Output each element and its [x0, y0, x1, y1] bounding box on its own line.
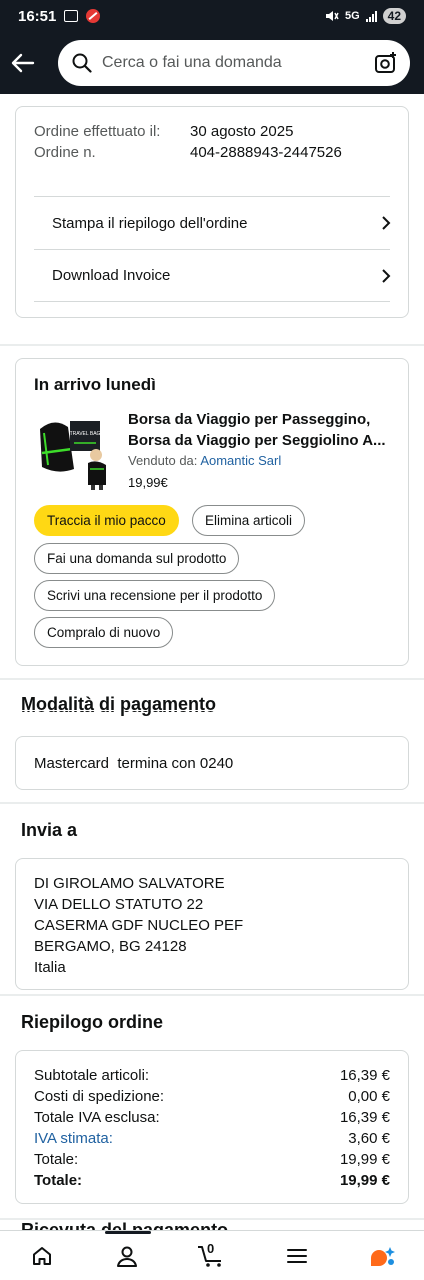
nav-cart[interactable]: 0 [192, 1236, 232, 1276]
product-image[interactable]: TRAVEL BAG [34, 409, 116, 491]
product-seller: Venduto da: Aomantic Sarl [128, 453, 282, 468]
back-arrow-icon [11, 53, 35, 73]
order-placed-date: 30 agosto 2025 [190, 123, 294, 140]
address-card: DI GIROLAMO SALVATORE VIA DELLO STATUTO … [15, 858, 409, 990]
address-line: Italia [34, 959, 66, 976]
product-image-text: TRAVEL BAG [70, 431, 101, 437]
order-details-content: Ordine effettuato il: Ordine n. 30 agost… [0, 94, 424, 1230]
order-summary-card: Subtotale articoli: 16,39 € Costi di sped… [15, 1050, 409, 1204]
payment-receipt-title: Ricevuta del pagamento [21, 1220, 229, 1230]
menu-icon [286, 1248, 307, 1263]
mute-icon [325, 11, 339, 21]
address-line: CASERMA GDF NUCLEO PEF [34, 917, 244, 934]
signal-icon [365, 10, 377, 22]
order-info-card: Ordine effettuato il: Ordine n. 30 agost… [15, 106, 409, 318]
order-number: 404-2888943-2447526 [190, 144, 342, 161]
address-line: BERGAMO, BG 24128 [34, 938, 187, 955]
shipment-card: In arrivo lunedì TRAVEL BAG Borsa da Via… [15, 358, 409, 666]
chevron-right-icon [382, 268, 391, 283]
shipping-address-section: Invia a DI GIROLAMO SALVATORE VIA DELLO … [0, 804, 424, 994]
order-placed-label: Ordine effettuato il: [34, 123, 161, 140]
cart-count: 0 [206, 1240, 215, 1256]
order-number-label: Ordine n. [34, 144, 96, 161]
payment-method: Mastercard termina con 0240 [34, 754, 234, 772]
order-summary-section: Riepilogo ordine Subtotale articoli: 16,3… [0, 996, 424, 1218]
status-time: 16:51 [18, 7, 57, 25]
search-input[interactable] [102, 54, 374, 72]
order-summary-title: Riepilogo ordine [21, 1012, 163, 1032]
summary-row: Totale: 19,99 € [34, 1151, 390, 1168]
status-bar: 16:51 5G 42 [0, 0, 424, 32]
nav-rufus[interactable] [362, 1236, 402, 1276]
blocked-icon [86, 9, 101, 23]
seller-link[interactable]: Aomantic Sarl [200, 453, 281, 468]
ship-to-title: Invia a [21, 820, 78, 840]
order-info-section: Ordine effettuato il: Ordine n. 30 agost… [0, 94, 424, 344]
delivery-heading: In arrivo lunedì [34, 375, 156, 394]
nav-home[interactable] [22, 1236, 62, 1276]
summary-row: IVA stimata: 3,60 € [34, 1128, 390, 1149]
shipment-section: In arrivo lunedì TRAVEL BAG Borsa da Via… [0, 346, 424, 678]
nav-menu[interactable] [277, 1236, 317, 1276]
ask-product-question-button[interactable]: Fai una domanda sul prodotto [34, 543, 240, 574]
payment-section: Modalità di pagamento Modalità di pagame… [0, 680, 424, 802]
print-summary-link[interactable]: Stampa il riepilogo dell'ordine [34, 196, 391, 249]
product-title[interactable]: Borsa da Viaggio per Passeggino, Borsa d… [128, 409, 394, 451]
battery-indicator: 42 [382, 8, 406, 24]
account-icon [117, 1246, 138, 1267]
camera-search-icon[interactable] [374, 51, 398, 75]
search-bar[interactable] [58, 40, 410, 86]
nav-account[interactable] [107, 1236, 147, 1276]
home-icon [33, 1246, 52, 1265]
chevron-right-icon [382, 216, 391, 230]
delete-items-button[interactable]: Elimina articoli [192, 505, 306, 536]
bottom-navigation: 0 [0, 1230, 424, 1280]
top-bar [0, 32, 424, 94]
search-icon [72, 53, 92, 73]
assistant-icon [370, 1246, 395, 1266]
estimated-vat-link[interactable]: IVA stimata: [34, 1128, 113, 1149]
track-package-button[interactable]: Traccia il mio pacco [34, 505, 179, 536]
summary-row: Totale IVA esclusa: 16,39 € [34, 1109, 390, 1126]
write-review-button[interactable]: Scrivi una recensione per il prodotto [34, 580, 276, 611]
summary-row: Subtotale articoli: 16,39 € [34, 1067, 390, 1084]
screenshot-icon [64, 10, 79, 22]
product-price: 19,99€ [128, 475, 168, 490]
payment-method-card: Mastercard termina con 0240 [15, 736, 409, 790]
buy-again-button[interactable]: Compralo di nuovo [34, 617, 174, 648]
network-type: 5G [344, 10, 360, 22]
summary-total-row: Totale: 19,99 € [34, 1172, 390, 1189]
download-invoice-link[interactable]: Download Invoice [34, 249, 391, 302]
summary-row: Costi di spedizione: 0,00 € [34, 1088, 390, 1105]
address-line: DI GIROLAMO SALVATORE [34, 875, 225, 892]
active-tab-indicator [105, 1231, 151, 1234]
address-line: VIA DELLO STATUTO 22 [34, 896, 204, 913]
next-section: Ricevuta del pagamento [0, 1220, 424, 1230]
back-button[interactable] [10, 50, 36, 76]
